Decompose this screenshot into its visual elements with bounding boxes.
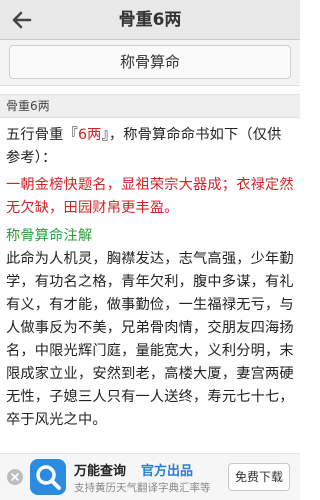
fortune-verse: 一朝金榜快题名，显祖荣宗大器成；衣禄定然无欠缺，田园财帛更丰盈。 xyxy=(6,177,294,216)
note-body: 此命为人机灵，胸襟发达，志气高强，少年勤学，有功名之格，青年欠利，腹中多谋，有礼… xyxy=(6,251,294,428)
toolbar: 称骨算命 xyxy=(0,40,300,86)
magnifier-logo-icon xyxy=(30,459,66,495)
top-bar: 骨重6两 xyxy=(0,0,300,40)
note-title: 称骨算命注解 xyxy=(6,228,93,244)
ad-banner[interactable]: 万能查询 官方出品 支持黄历天气翻译字典汇率等 免费下载 xyxy=(0,453,300,500)
bone-weight-fortune-button[interactable]: 称骨算命 xyxy=(9,45,291,79)
close-icon[interactable] xyxy=(7,469,23,485)
section-heading: 骨重6两 xyxy=(0,94,300,118)
intro-text: 五行骨重『6两』，称骨算命命书如下（仅供参考）： xyxy=(6,127,282,166)
page-title: 骨重6两 xyxy=(118,10,182,30)
ad-app-name: 万能查询 xyxy=(74,464,127,479)
ad-description: 支持黄历天气翻译字典汇率等 xyxy=(74,482,211,494)
ad-official-tag: 官方出品 xyxy=(141,464,194,479)
free-download-button[interactable]: 免费下载 xyxy=(228,463,290,491)
article-content: 五行骨重『6两』，称骨算命命书如下（仅供参考）： 一朝金榜快题名，显祖荣宗大器成… xyxy=(6,124,294,432)
bone-weight-value: 6两 xyxy=(77,127,102,143)
